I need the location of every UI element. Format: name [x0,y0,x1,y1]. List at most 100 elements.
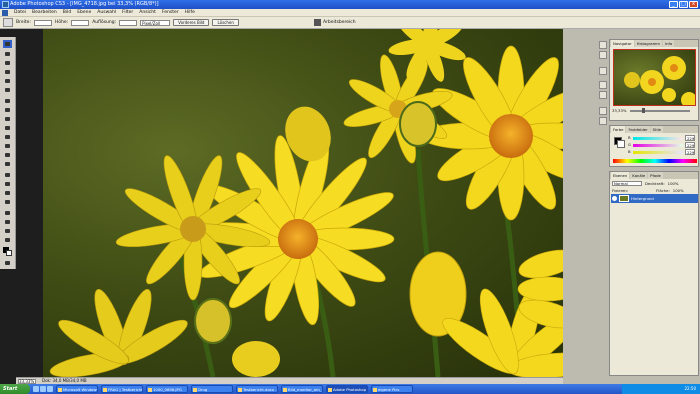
color-spectrum[interactable] [613,159,697,163]
resolution-input[interactable] [119,19,138,26]
blue-value[interactable]: 229 [685,149,695,155]
menu-edit[interactable]: Bearbeiten [32,10,57,15]
tab-channels[interactable]: Kanäle [630,172,648,179]
fill-value[interactable]: 100% [673,188,684,193]
healing-brush-tool-icon[interactable] [3,97,12,105]
quicklaunch-desktop-icon[interactable] [40,386,46,392]
eyedropper-tool-icon[interactable] [3,218,12,226]
tab-navigator[interactable]: Navigator [611,40,634,47]
brush-tool-icon[interactable] [3,106,12,114]
blue-slider[interactable]: B 229 [628,149,698,157]
hand-tool-icon[interactable] [3,227,12,235]
navigator-zoom-slider[interactable] [630,108,690,113]
gradient-tool-icon[interactable] [3,142,12,150]
dodge-tool-icon[interactable] [3,160,12,168]
system-tray: 22:50 [622,384,700,394]
layer-row[interactable]: Hintergrund [611,194,698,203]
width-label: Breite: [16,20,31,25]
character-panel-icon[interactable] [599,107,607,115]
start-button[interactable]: Start [0,384,30,394]
red-bar[interactable] [633,137,683,140]
layer-name[interactable]: Hintergrund [631,196,654,201]
shape-tool-icon[interactable] [3,198,12,206]
clock[interactable]: 22:50 [684,386,696,391]
lasso-tool-icon[interactable] [3,59,12,67]
crop-tool-preset-icon[interactable] [3,18,13,27]
blur-tool-icon[interactable] [3,151,12,159]
crop-tool-icon[interactable] [3,77,12,85]
tab-info[interactable]: Info [663,40,675,47]
slider-knob[interactable] [642,108,645,113]
clone-source-icon[interactable] [599,91,607,99]
tool-presets-icon[interactable] [599,67,607,75]
red-value[interactable]: 229 [685,135,695,141]
zoom-level-field[interactable]: 33,33% [18,378,36,384]
quicklaunch-media-icon[interactable] [47,386,53,392]
menu-window[interactable]: Fenster [162,10,179,15]
eraser-tool-icon[interactable] [3,133,12,141]
actions-panel-icon[interactable] [599,51,607,59]
collapsed-panel-strip [563,37,607,177]
paragraph-panel-icon[interactable] [599,117,607,125]
task-button[interactable]: Testbericht.docx - Mi... [236,385,278,393]
tab-histogram[interactable]: Histogramm [634,40,662,47]
menu-help[interactable]: Hilfe [185,10,195,15]
brushes-panel-icon[interactable] [599,81,607,89]
ps-logo-icon[interactable] [2,9,8,16]
magic-wand-tool-icon[interactable] [3,68,12,76]
menu-view[interactable]: Ansicht [139,10,156,15]
tab-styles[interactable]: Stile [650,126,664,133]
window-titlebar[interactable]: Adobe Photoshop CS3 - [IMG_4718.jpg bei … [0,0,700,9]
pen-tool-icon[interactable] [3,171,12,179]
opacity-value[interactable]: 100% [668,181,679,186]
front-image-button[interactable]: Vorderes Bild [173,19,210,26]
maximize-button[interactable]: □ [679,1,688,8]
blend-mode-select[interactable]: Normal [612,180,642,186]
minimize-button[interactable]: _ [669,1,678,8]
height-input[interactable] [71,19,90,26]
marquee-tool-icon[interactable] [3,50,12,58]
workspace-icon [314,19,321,26]
green-value[interactable]: 229 [685,142,695,148]
task-button[interactable]: Microsoft Windows [56,385,98,393]
background-color-swatch[interactable] [6,250,12,256]
blue-bar[interactable] [633,151,683,154]
green-bar[interactable] [633,144,683,147]
quicklaunch-browser-icon[interactable] [33,386,39,392]
clone-stamp-tool-icon[interactable] [3,115,12,123]
clear-button[interactable]: Löschen [212,19,239,26]
path-selection-tool-icon[interactable] [3,189,12,197]
slice-tool-icon[interactable] [3,86,12,94]
eye-icon[interactable] [612,196,617,201]
menu-layer[interactable]: Ebene [77,10,91,15]
history-panel-icon[interactable] [599,41,607,49]
quick-mask-icon[interactable] [3,259,12,267]
width-input[interactable] [33,19,52,26]
navigator-zoom-value[interactable]: 33,33% [612,108,626,113]
history-brush-tool-icon[interactable] [3,124,12,132]
workspace-button[interactable]: Arbeitsbereich [314,19,356,26]
task-button[interactable]: Drug [191,385,233,393]
close-button[interactable]: x [689,1,698,8]
tab-paths[interactable]: Pfade [648,172,663,179]
type-tool-icon[interactable] [3,180,12,188]
menu-select[interactable]: Auswahl [97,10,116,15]
menu-image[interactable]: Bild [63,10,71,15]
menu-filter[interactable]: Filter [122,10,133,15]
move-tool-icon[interactable] [3,40,12,48]
tab-color[interactable]: Farbe [611,126,626,133]
tab-swatches[interactable]: Farbfelder [626,126,650,133]
task-button-active[interactable]: Adobe Photoshop CS3 ... [326,385,368,393]
zoom-tool-icon[interactable] [3,236,12,244]
notes-tool-icon[interactable] [3,209,12,217]
task-button[interactable]: 1000_0698.JPG [146,385,188,393]
background-color[interactable] [617,140,625,148]
task-button[interactable]: FRAG | Testbericht d... [101,385,143,393]
unit-select[interactable]: Pixel/Zoll [140,19,171,26]
task-button[interactable]: eigene Pics [371,385,413,393]
task-button[interactable]: Bild_monitor_am_... [281,385,323,393]
document-canvas[interactable] [43,29,563,377]
navigator-thumbnail[interactable] [613,49,696,106]
tab-layers[interactable]: Ebenen [611,172,630,179]
menu-file[interactable]: Datei [14,10,26,15]
